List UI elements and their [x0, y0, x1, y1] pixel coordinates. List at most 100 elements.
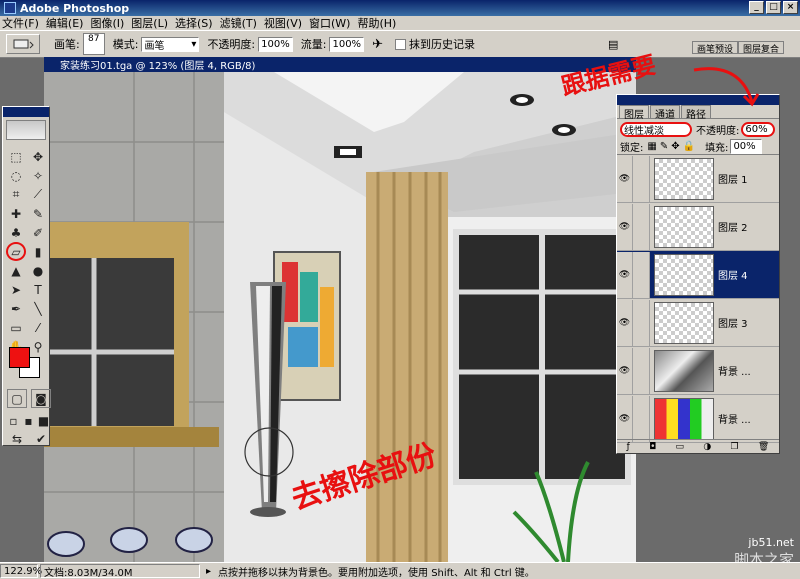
eye-icon[interactable]: 👁 — [617, 299, 633, 346]
layer-row-4-selected[interactable]: 👁 图层 4 — [617, 251, 779, 299]
menu-select[interactable]: 选择(S) — [175, 15, 213, 31]
erase-to-history-checkbox[interactable] — [394, 38, 406, 50]
menu-bar: 文件(F) 编辑(E) 图像(I) 图层(L) 选择(S) 滤镜(T) 视图(V… — [0, 16, 800, 30]
brush-tool-icon[interactable]: ✎ — [28, 204, 48, 223]
layer-row-background-copy[interactable]: 👁 背景 ... — [617, 347, 779, 395]
layer-mask-icon[interactable]: ◘ — [649, 442, 656, 452]
zoom-level[interactable]: 122.9% — [0, 564, 42, 578]
chevron-down-icon: ▾ — [191, 38, 197, 50]
gradient-tool-icon[interactable]: ▮ — [28, 242, 48, 261]
clone-stamp-tool-icon[interactable]: ♣ — [6, 223, 26, 242]
layer-row-1[interactable]: 👁 图层 1 — [617, 155, 779, 203]
menu-filter[interactable]: 滤镜(T) — [220, 15, 257, 31]
path-selection-tool-icon[interactable]: ➤ — [6, 280, 26, 299]
move-tool-icon[interactable]: ✥ — [28, 147, 48, 166]
brush-size-picker[interactable]: 87 — [82, 33, 105, 55]
magic-wand-tool-icon[interactable]: ✧ — [28, 166, 48, 185]
lasso-tool-icon[interactable]: ◌ — [6, 166, 26, 185]
blend-mode-value: 线性减淡 — [624, 125, 664, 137]
slice-tool-icon[interactable]: ⟋ — [28, 185, 48, 204]
notes-tool-icon[interactable]: ▭ — [6, 318, 26, 337]
history-brush-tool-icon[interactable]: ✐ — [28, 223, 48, 242]
standard-mode-icon[interactable]: ▢ — [7, 389, 27, 408]
eye-icon[interactable]: 👁 — [617, 395, 633, 442]
jump-to-imageready-icon[interactable]: ⇆ — [7, 429, 27, 448]
marquee-tool-icon[interactable]: ⬚ — [6, 147, 26, 166]
shape-tool-icon[interactable]: ╲ — [28, 299, 48, 318]
layer-thumbnail — [654, 301, 714, 344]
link-column[interactable] — [633, 347, 650, 394]
link-column[interactable] — [633, 299, 650, 346]
eyedropper-tool-icon[interactable]: ⁄ — [28, 318, 48, 337]
tool-preset-picker[interactable] — [6, 34, 40, 54]
trash-icon[interactable]: 🗑 — [758, 442, 769, 452]
layer-set-icon[interactable]: ▭ — [676, 442, 685, 452]
layer-name: 背景 ... — [718, 415, 751, 426]
menu-layer[interactable]: 图层(L) — [131, 15, 168, 31]
airbrush-icon[interactable]: ✈ — [372, 37, 383, 52]
full-screen-menu-icon[interactable]: ▪ — [22, 411, 35, 430]
menu-help[interactable]: 帮助(H) — [357, 15, 396, 31]
eye-icon[interactable]: 👁 — [617, 251, 633, 298]
standard-screen-icon[interactable]: ▫ — [7, 411, 20, 430]
screen-mode-controls: ▫ ▪ ■ — [7, 411, 50, 430]
zoom-tool-icon[interactable]: ⚲ — [28, 337, 48, 356]
crop-tool-icon[interactable]: ⌗ — [6, 185, 26, 204]
pen-tool-icon[interactable]: ✒ — [6, 299, 26, 318]
layer-style-icon[interactable]: ƒ — [627, 442, 630, 452]
well-tab-layer-comps[interactable]: 图层复合 — [738, 41, 785, 55]
lock-image-icon[interactable]: ✎ — [660, 141, 668, 152]
healing-brush-tool-icon[interactable]: ✚ — [6, 204, 26, 223]
tab-layers[interactable]: 图层 — [619, 105, 649, 121]
blend-mode-select[interactable]: 线性减淡 — [620, 121, 692, 137]
lock-transparency-icon[interactable]: ▦ — [647, 141, 656, 152]
menu-window[interactable]: 窗口(W) — [309, 15, 350, 31]
menu-view[interactable]: 视图(V) — [264, 15, 302, 31]
flow-field[interactable]: 100% — [329, 36, 365, 52]
fill-field[interactable]: 00% — [730, 139, 763, 154]
layer-name: 图层 1 — [718, 175, 748, 186]
dodge-tool-icon[interactable]: ● — [28, 261, 48, 280]
maximize-button[interactable]: □ — [766, 1, 781, 14]
well-tab-brush-presets[interactable]: 画笔预设 — [692, 41, 739, 55]
full-screen-icon[interactable]: ■ — [37, 411, 50, 430]
link-column[interactable] — [633, 395, 650, 442]
mode-select[interactable]: 画笔 ▾ — [141, 36, 200, 52]
file-browser-icon[interactable]: ▤ — [608, 38, 618, 51]
adjustment-layer-icon[interactable]: ◑ — [703, 442, 711, 452]
lock-all-icon[interactable]: 🔒 — [683, 141, 695, 152]
eye-icon[interactable]: 👁 — [617, 203, 633, 250]
link-column[interactable] — [633, 203, 650, 250]
status-arrow-icon[interactable]: ▸ — [206, 566, 211, 577]
close-button[interactable]: × — [783, 1, 798, 14]
menu-edit[interactable]: 编辑(E) — [46, 15, 84, 31]
new-layer-icon[interactable]: ❐ — [731, 442, 739, 452]
layer-opacity-field[interactable]: 60% — [741, 121, 776, 137]
menu-image[interactable]: 图像(I) — [90, 15, 124, 31]
blend-row: 线性减淡 不透明度: 60% — [617, 119, 779, 139]
brush-link-icon[interactable] — [633, 251, 650, 298]
eraser-tool-icon[interactable]: ▱ — [6, 242, 26, 261]
minimize-button[interactable]: _ — [749, 1, 764, 14]
eye-icon[interactable]: 👁 — [617, 155, 633, 202]
blur-tool-icon[interactable]: ▲ — [6, 261, 26, 280]
photoshop-app-icon — [4, 2, 16, 14]
type-tool-icon[interactable]: T — [28, 280, 48, 299]
lock-position-icon[interactable]: ✥ — [671, 141, 679, 152]
layer-row-2[interactable]: 👁 图层 2 — [617, 203, 779, 251]
layer-row-background[interactable]: 👁 背景 ... — [617, 395, 779, 443]
tab-channels[interactable]: 通道 — [650, 105, 680, 121]
document-size[interactable]: 文档:8.03M/34.0M — [40, 564, 200, 579]
layer-thumbnail — [654, 349, 714, 392]
opacity-field-value: 100% — [261, 38, 290, 50]
quick-mask-mode-icon[interactable]: ◙ — [31, 389, 51, 408]
link-column[interactable] — [633, 155, 650, 202]
eye-icon[interactable]: 👁 — [617, 347, 633, 394]
check-icon[interactable]: ✔ — [31, 429, 51, 448]
layer-row-3[interactable]: 👁 图层 3 — [617, 299, 779, 347]
foreground-color-swatch[interactable] — [9, 347, 30, 368]
toolbox-header — [3, 107, 49, 117]
menu-file[interactable]: 文件(F) — [2, 15, 39, 31]
adobe-online-button[interactable] — [6, 120, 46, 140]
opacity-field[interactable]: 100% — [258, 36, 293, 52]
